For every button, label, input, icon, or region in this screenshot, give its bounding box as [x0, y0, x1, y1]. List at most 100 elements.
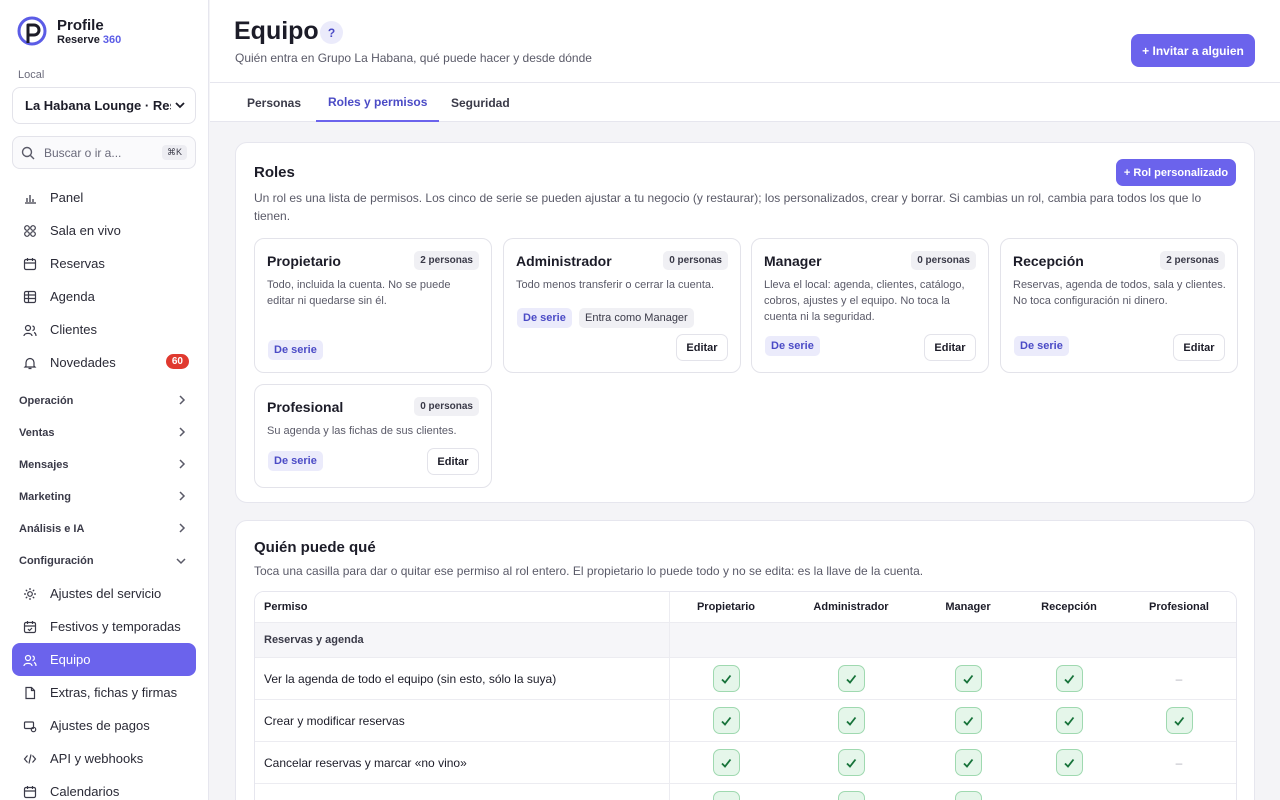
permission-cell-propietario[interactable]: [670, 665, 782, 692]
permission-cell-recepcion[interactable]: [1016, 749, 1122, 776]
role-card-manager: Manager 0 personas Lleva el local: agend…: [751, 238, 989, 373]
sidebar-item-label: Equipo: [50, 652, 91, 667]
sidebar-item-pagos[interactable]: Ajustes de pagos: [12, 709, 196, 742]
role-count: 0 personas: [663, 251, 728, 270]
permission-cell-administrador[interactable]: [782, 749, 920, 776]
edit-role-button[interactable]: Editar: [676, 334, 728, 361]
sidebar-item-calendarios[interactable]: Calendarios: [12, 775, 196, 800]
sidebar-item-label: Sala en vivo: [50, 223, 121, 238]
role-description: Todo, incluida la cuenta. No se puede ed…: [267, 279, 451, 307]
search-input[interactable]: Buscar o ir a... ⌘K: [12, 136, 196, 169]
group-label: Reservas y agenda: [255, 623, 670, 657]
sidebar-item-equipo[interactable]: Equipo: [12, 643, 196, 676]
permission-cell-manager[interactable]: [920, 707, 1016, 734]
permission-cell-administrador[interactable]: [782, 791, 920, 800]
permission-cell-administrador[interactable]: [782, 707, 920, 734]
sidebar-item-clientes[interactable]: Clientes: [12, 313, 196, 346]
chevron-right-icon: [179, 522, 186, 536]
roles-description: Un rol es una lista de permisos. Los cin…: [254, 191, 1202, 223]
payment-icon: [22, 718, 38, 734]
role-description: Lleva el local: agenda, clientes, catálo…: [764, 279, 965, 323]
check-icon: [837, 707, 865, 734]
page-title: Equipo: [234, 17, 319, 45]
permission-cell-manager[interactable]: [920, 791, 1016, 800]
nav-group-operacion[interactable]: Operación: [12, 385, 196, 417]
sidebar-item-label: Extras, fichas y firmas: [50, 685, 178, 700]
permission-cell-manager[interactable]: [920, 749, 1016, 776]
table-row: Cancelar reservas y marcar «no vino» –: [255, 742, 1236, 784]
permission-cell-recepcion[interactable]: [1016, 665, 1122, 692]
sidebar-item-panel[interactable]: Panel: [12, 181, 196, 214]
permissions-title: Quién puede qué: [254, 539, 376, 556]
table-header-row: Permiso Propietario Administrador Manage…: [255, 592, 1236, 623]
check-icon: [954, 749, 982, 776]
chevron-right-icon: [179, 394, 186, 408]
edit-role-button[interactable]: Editar: [1173, 334, 1225, 361]
bell-icon: [22, 355, 38, 371]
sidebar-item-sala[interactable]: Sala en vivo: [12, 214, 196, 247]
dash-icon: –: [1175, 671, 1183, 686]
sidebar-item-label: Festivos y temporadas: [50, 619, 181, 634]
sidebar-item-ajustes-servicio[interactable]: Ajustes del servicio: [12, 577, 196, 610]
permission-cell-propietario[interactable]: [670, 749, 782, 776]
role-chip-extra: Entra como Manager: [579, 308, 694, 328]
permissions-description: Toca una casilla para dar o quitar ese p…: [254, 564, 924, 578]
permission-cell-administrador[interactable]: [782, 665, 920, 692]
edit-role-button[interactable]: Editar: [924, 334, 976, 361]
local-select[interactable]: La Habana Lounge · Rest: [12, 87, 196, 124]
nav-group-analisis[interactable]: Análisis e IA: [12, 513, 196, 545]
table-row: ––: [255, 784, 1236, 800]
local-label: Local: [18, 69, 45, 81]
nav-group-mensajes[interactable]: Mensajes: [12, 449, 196, 481]
permission-cell-propietario[interactable]: [670, 791, 782, 800]
permission-cell-propietario[interactable]: [670, 707, 782, 734]
role-description: Todo menos transferir o cerrar la cuenta…: [516, 279, 715, 291]
brand[interactable]: Profile Reserve 360: [17, 16, 121, 48]
check-icon: [837, 665, 865, 692]
chevron-right-icon: [179, 458, 186, 472]
nav-group-ventas[interactable]: Ventas: [12, 417, 196, 449]
role-chip-serie: De serie: [517, 308, 572, 328]
sidebar-item-extras[interactable]: Extras, fichas y firmas: [12, 676, 196, 709]
tab-seguridad[interactable]: Seguridad: [451, 83, 510, 122]
permission-cell-profesional[interactable]: [1122, 707, 1236, 734]
permissions-table: Permiso Propietario Administrador Manage…: [254, 591, 1237, 800]
check-icon: [1055, 665, 1083, 692]
role-card-profesional: Profesional 0 personas Su agenda y las f…: [254, 384, 492, 488]
nav-group-marketing[interactable]: Marketing: [12, 481, 196, 513]
help-button[interactable]: ?: [320, 21, 343, 44]
custom-role-button[interactable]: + Rol personalizado: [1116, 159, 1236, 186]
sidebar-item-api[interactable]: API y webhooks: [12, 742, 196, 775]
chevron-right-icon: [179, 426, 186, 440]
sidebar-item-label: API y webhooks: [50, 751, 144, 766]
role-chip-serie: De serie: [268, 340, 323, 360]
column-header-administrador: Administrador: [813, 601, 889, 613]
role-name: Propietario: [267, 253, 341, 269]
tab-personas[interactable]: Personas: [247, 83, 301, 122]
edit-role-button[interactable]: Editar: [427, 448, 479, 475]
permission-cell-profesional[interactable]: –: [1122, 756, 1236, 770]
check-icon: [1165, 707, 1193, 734]
sidebar-item-reservas[interactable]: Reservas: [12, 247, 196, 280]
role-description: Su agenda y las fichas de sus clientes.: [267, 425, 457, 437]
role-description: Reservas, agenda de todos, sala y client…: [1013, 279, 1226, 307]
sidebar-item-label: Ajustes de pagos: [50, 718, 150, 733]
sidebar-item-agenda[interactable]: Agenda: [12, 280, 196, 313]
invite-button[interactable]: + Invitar a alguien: [1131, 34, 1255, 67]
nav-group-configuracion[interactable]: Configuración: [12, 545, 196, 577]
tab-roles-permisos[interactable]: Roles y permisos: [316, 83, 440, 122]
role-card-recepcion: Recepción 2 personas Reservas, agenda de…: [1000, 238, 1238, 373]
check-icon: [954, 707, 982, 734]
role-name: Recepción: [1013, 253, 1084, 269]
brand-name: Profile: [57, 17, 104, 34]
sidebar-item-novedades[interactable]: Novedades 60: [12, 346, 196, 379]
permission-cell-profesional[interactable]: –: [1122, 672, 1236, 686]
permission-cell-recepcion[interactable]: [1016, 707, 1122, 734]
permission-cell-manager[interactable]: [920, 665, 1016, 692]
sidebar-item-label: Reservas: [50, 256, 105, 271]
sidebar-item-festivos[interactable]: Festivos y temporadas: [12, 610, 196, 643]
sidebar-item-label: Ajustes del servicio: [50, 586, 162, 601]
users-icon: [22, 322, 38, 338]
search-shortcut: ⌘K: [161, 145, 187, 160]
role-name: Administrador: [516, 253, 612, 269]
